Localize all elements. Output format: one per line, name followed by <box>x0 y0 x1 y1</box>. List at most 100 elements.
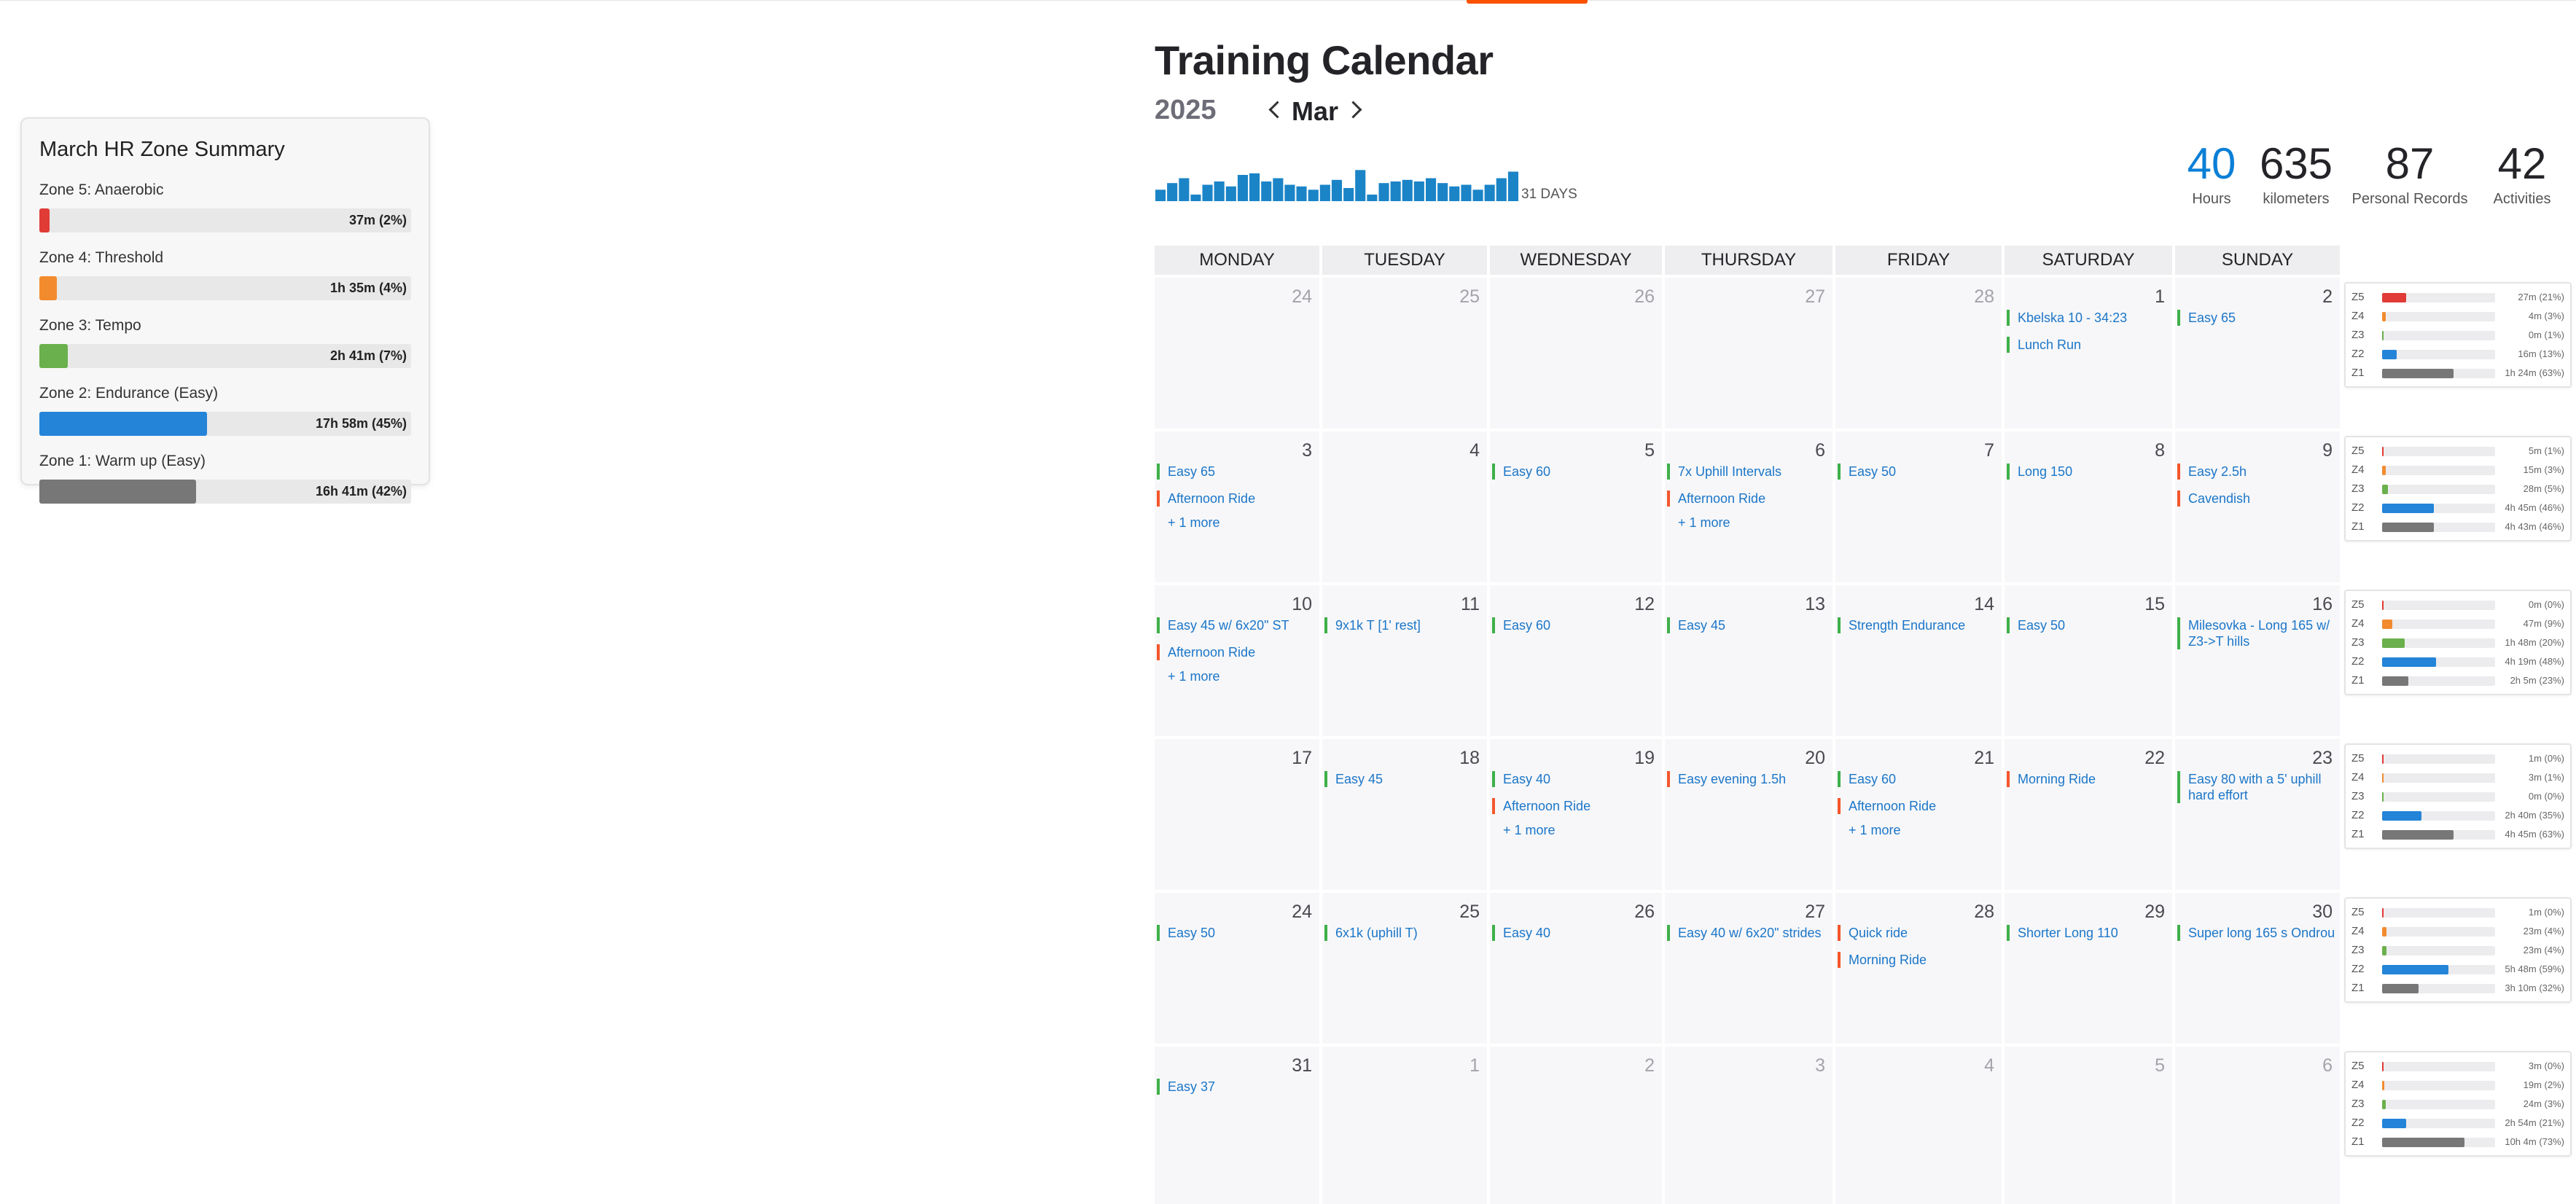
activity-link[interactable]: Easy 40 w/ 6x20" strides <box>1667 925 1828 941</box>
activity-link[interactable]: Easy 40 <box>1492 771 1658 787</box>
calendar-day-cell[interactable]: 18 Easy 45 <box>1322 739 1487 890</box>
weekly-zone-track <box>2382 1062 2495 1071</box>
show-more-link[interactable]: + 1 more <box>1503 823 1556 838</box>
calendar-day-cell[interactable]: 22 Morning Ride <box>2005 739 2172 890</box>
calendar-day-cell[interactable]: 25 6x1k (uphill T) <box>1322 893 1487 1044</box>
activity-link[interactable]: 7x Uphill Intervals <box>1667 464 1828 480</box>
activity-link[interactable]: Afternoon Ride <box>1157 644 1315 660</box>
calendar-day-cell[interactable]: 16 Milesovka - Long 165 w/ Z3->T hills <box>2175 585 2340 736</box>
activity-link[interactable]: Super long 165 s Ondrou <box>2177 925 2335 941</box>
activity-link[interactable]: Easy 65 <box>2177 310 2335 326</box>
next-month-icon[interactable] <box>1347 97 1365 123</box>
calendar-day-cell[interactable]: 21 Easy 60 Afternoon Ride + 1 more <box>1835 739 2002 890</box>
calendar-day-cell[interactable]: 24 Easy 50 <box>1155 893 1319 1044</box>
calendar-day-cell[interactable]: 25 <box>1322 278 1487 429</box>
activity-link[interactable]: 6x1k (uphill T) <box>1324 925 1483 941</box>
calendar-day-cell[interactable]: 23 Easy 80 with a 5' uphill hard effort <box>2175 739 2340 890</box>
activity-link[interactable]: Afternoon Ride <box>1157 490 1315 507</box>
calendar-day-cell[interactable]: 19 Easy 40 Afternoon Ride + 1 more <box>1490 739 1662 890</box>
activity-link[interactable]: Easy 60 <box>1838 771 1997 787</box>
activity-link[interactable]: Morning Ride <box>1838 952 1997 968</box>
activity-link[interactable]: Strength Endurance <box>1838 617 1997 633</box>
calendar-day-cell[interactable]: 24 <box>1155 278 1319 429</box>
calendar-day-cell[interactable]: 11 9x1k T [1' rest] <box>1322 585 1487 736</box>
zone-bar-value: 16h 41m (42%) <box>315 484 407 499</box>
activity-link[interactable]: Lunch Run <box>2007 337 2168 353</box>
show-more-link[interactable]: + 1 more <box>1678 515 1730 531</box>
calendar-day-cell[interactable]: 6 7x Uphill Intervals Afternoon Ride + 1 mo… <box>1665 431 1833 582</box>
activity-link[interactable]: Easy 45 <box>1667 617 1828 633</box>
zone-bar-track: 1h 35m (4%) <box>39 276 411 300</box>
activity-link[interactable]: Easy 60 <box>1492 464 1658 480</box>
calendar-day-cell[interactable]: 5 Easy 60 <box>1490 431 1662 582</box>
weekly-zone-name: Z1 <box>2351 674 2365 687</box>
calendar-day-cell[interactable]: 27 Easy 40 w/ 6x20" strides <box>1665 893 1833 1044</box>
calendar-day-cell[interactable]: 2 <box>1490 1047 1662 1204</box>
activity-link[interactable]: Afternoon Ride <box>1492 798 1658 814</box>
activity-link[interactable]: Easy 40 <box>1492 925 1658 941</box>
activity-link[interactable]: Easy 65 <box>1157 464 1315 480</box>
calendar-day-cell[interactable]: 5 <box>2005 1047 2172 1204</box>
activity-link[interactable]: Quick ride <box>1838 925 1997 941</box>
calendar-day-cell[interactable]: 10 Easy 45 w/ 6x20" ST Afternoon Ride + 1 m… <box>1155 585 1319 736</box>
calendar-day-cell[interactable]: 2 Easy 65 <box>2175 278 2340 429</box>
weekly-zone-value: 4h 45m (46%) <box>2505 502 2564 513</box>
calendar-day-cell[interactable]: 8 Long 150 <box>2005 431 2172 582</box>
show-more-link[interactable]: + 1 more <box>1168 669 1220 684</box>
calendar-day-cell[interactable]: 28 <box>1835 278 2002 429</box>
previous-month-icon[interactable] <box>1265 97 1283 123</box>
show-more-link[interactable]: + 1 more <box>1849 823 1901 838</box>
calendar-day-cell[interactable]: 4 <box>1322 431 1487 582</box>
calendar-day-cell[interactable]: 1 <box>1322 1047 1487 1204</box>
calendar-day-cell[interactable]: 26 Easy 40 <box>1490 893 1662 1044</box>
activity-link[interactable]: Easy 80 with a 5' uphill hard effort <box>2177 771 2335 803</box>
show-more-link[interactable]: + 1 more <box>1168 515 1220 531</box>
calendar-day-cell[interactable]: 31 Easy 37 <box>1155 1047 1319 1204</box>
activity-link[interactable]: Easy 60 <box>1492 617 1658 633</box>
calendar-day-cell[interactable]: 30 Super long 165 s Ondrou <box>2175 893 2340 1044</box>
activity-link[interactable]: Cavendish <box>2177 490 2335 507</box>
activity-link[interactable]: Afternoon Ride <box>1838 798 1997 814</box>
calendar-day-cell[interactable]: 20 Easy evening 1.5h <box>1665 739 1833 890</box>
calendar-day-cell[interactable]: 26 <box>1490 278 1662 429</box>
calendar-day-cell[interactable]: 29 Shorter Long 110 <box>2005 893 2172 1044</box>
activity-link[interactable]: Easy 37 <box>1157 1079 1315 1095</box>
activity-link[interactable]: Morning Ride <box>2007 771 2168 787</box>
weekly-zone-track <box>2382 676 2495 686</box>
activity-link[interactable]: Easy evening 1.5h <box>1667 771 1828 787</box>
calendar-day-cell[interactable]: 9 Easy 2.5h Cavendish <box>2175 431 2340 582</box>
calendar-day-cell[interactable]: 4 <box>1835 1047 2002 1204</box>
calendar-day-cell[interactable]: 1 Kbelska 10 - 34:23 Lunch Run <box>2005 278 2172 429</box>
calendar-day-cell[interactable]: 17 <box>1155 739 1319 890</box>
calendar-day-cell[interactable]: 13 Easy 45 <box>1665 585 1833 736</box>
activity-link[interactable]: Easy 50 <box>2007 617 2168 633</box>
activity-link[interactable]: Afternoon Ride <box>1667 490 1828 507</box>
calendar-day-cell[interactable]: 27 <box>1665 278 1833 429</box>
calendar-day-cell[interactable]: 12 Easy 60 <box>1490 585 1662 736</box>
calendar-day-cell[interactable]: 6 <box>2175 1047 2340 1204</box>
activity-link[interactable]: Long 150 <box>2007 464 2168 480</box>
calendar-day-cell[interactable]: 3 <box>1665 1047 1833 1204</box>
activity-link[interactable]: Milesovka - Long 165 w/ Z3->T hills <box>2177 617 2335 649</box>
activity-link[interactable]: Easy 50 <box>1838 464 1997 480</box>
calendar-day-cell[interactable]: 15 Easy 50 <box>2005 585 2172 736</box>
activity-link[interactable]: Easy 2.5h <box>2177 464 2335 480</box>
weekly-zone-value: 1m (0%) <box>2528 753 2564 764</box>
weekly-zone-row: Z5 0m (0%) <box>2346 595 2570 614</box>
calendar-day-cell[interactable]: 3 Easy 65 Afternoon Ride + 1 more <box>1155 431 1319 582</box>
calendar-day-cell[interactable]: 28 Quick ride Morning Ride <box>1835 893 2002 1044</box>
stat-activities-value: 42 <box>2497 139 2547 188</box>
month-label[interactable]: Mar <box>1292 96 1338 127</box>
activity-link[interactable]: 9x1k T [1' rest] <box>1324 617 1483 633</box>
activity-link[interactable]: Easy 50 <box>1157 925 1315 941</box>
activity-link[interactable]: Easy 45 <box>1324 771 1483 787</box>
year-label[interactable]: 2025 <box>1155 95 1217 126</box>
activity-link[interactable]: Easy 45 w/ 6x20" ST <box>1157 617 1315 633</box>
calendar-day-cell[interactable]: 14 Strength Endurance <box>1835 585 2002 736</box>
weekly-zone-row: Z5 3m (0%) <box>2346 1057 2570 1076</box>
activity-link[interactable]: Shorter Long 110 <box>2007 925 2168 941</box>
activity-link[interactable]: Kbelska 10 - 34:23 <box>2007 310 2168 326</box>
weekly-zone-fill <box>2382 965 2449 974</box>
calendar-day-cell[interactable]: 7 Easy 50 <box>1835 431 2002 582</box>
weekly-zone-track <box>2382 811 2495 821</box>
